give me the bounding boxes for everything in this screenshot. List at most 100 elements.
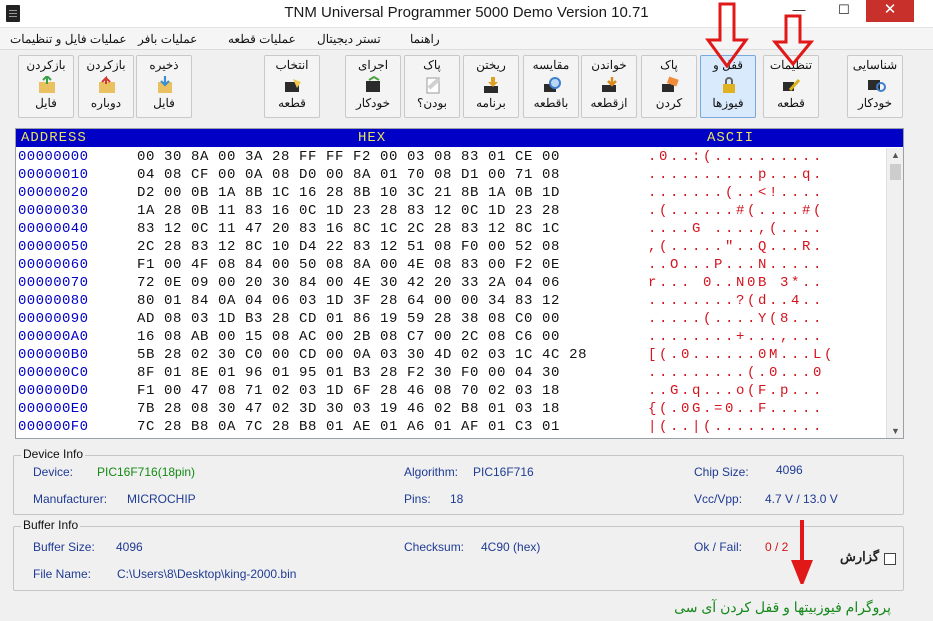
row-hex-bytes[interactable]: 7B 28 08 30 47 02 3D 30 03 19 46 02 B8 0… bbox=[137, 401, 560, 417]
hex-row[interactable]: 00000070 72 0E 09 00 20 30 84 00 4E 30 42… bbox=[16, 274, 886, 292]
hex-row[interactable]: 00000000 00 30 8A 00 3A 28 FF FF F2 00 03… bbox=[16, 148, 886, 166]
auto-run-button[interactable]: اجرای خودکار bbox=[345, 55, 401, 118]
auto-detect-button[interactable]: شناسایی خودکار bbox=[847, 55, 903, 118]
blank-check-icon bbox=[426, 77, 441, 94]
row-address: 000000C0 bbox=[18, 365, 89, 381]
row-ascii[interactable]: r... 0..N0B 3*.. bbox=[648, 275, 824, 291]
menu-digital-tester[interactable]: تستر دیجیتال bbox=[317, 32, 381, 46]
pins-value: 18 bbox=[450, 492, 464, 506]
scrollbar-thumb[interactable] bbox=[890, 164, 901, 180]
blank-check-button[interactable]: پاک بودن؟ bbox=[404, 55, 460, 118]
hex-row[interactable]: 00000020 D2 00 0B 1A 8B 1C 16 28 8B 10 3C… bbox=[16, 184, 886, 202]
hex-row[interactable]: 00000050 2C 28 83 12 8C 10 D4 22 83 12 51… bbox=[16, 238, 886, 256]
menu-chip-operations[interactable]: عملیات قطعه bbox=[228, 32, 296, 46]
row-hex-bytes[interactable]: 7C 28 B8 0A 7C 28 B8 01 AE 01 A6 01 AF 0… bbox=[137, 419, 560, 435]
row-hex-bytes[interactable]: 5B 28 02 30 C0 00 CD 00 0A 03 30 4D 02 0… bbox=[137, 347, 587, 363]
scroll-down-arrow-icon[interactable]: ▼ bbox=[891, 426, 900, 436]
row-hex-bytes[interactable]: 16 08 AB 00 15 08 AC 00 2B 08 C7 00 2C 0… bbox=[137, 329, 560, 345]
row-hex-bytes[interactable]: 04 08 CF 00 0A 08 D0 00 8A 01 70 08 D1 0… bbox=[137, 167, 560, 183]
row-hex-bytes[interactable]: 1A 28 0B 11 83 16 0C 1D 23 28 83 12 0C 1… bbox=[137, 203, 560, 219]
compare-button[interactable]: مقایسه باقطعه bbox=[523, 55, 579, 118]
erase-button[interactable]: پاک کردن bbox=[641, 55, 697, 118]
row-hex-bytes[interactable]: F1 00 47 08 71 02 03 1D 6F 28 46 08 70 0… bbox=[137, 383, 560, 399]
lock-icon bbox=[723, 77, 735, 93]
vertical-scrollbar[interactable]: ▲ ▼ bbox=[886, 148, 903, 438]
row-hex-bytes[interactable]: 8F 01 8E 01 96 01 95 01 B3 28 F2 30 F0 0… bbox=[137, 365, 560, 381]
select-chip-icon bbox=[285, 79, 301, 92]
row-ascii[interactable]: .....(....Y(8... bbox=[648, 311, 824, 327]
device-value: PIC16F716(18pin) bbox=[97, 465, 196, 479]
read-chip-button[interactable]: خواندن ازقطعه bbox=[581, 55, 637, 118]
hex-column-header: HEX bbox=[358, 130, 387, 146]
device-info-title: Device Info bbox=[21, 447, 86, 461]
device-info-group: Device Info bbox=[13, 447, 904, 515]
row-ascii[interactable]: .0..:(.......... bbox=[648, 149, 824, 165]
row-ascii[interactable]: .........(.0...0 bbox=[648, 365, 824, 381]
hex-rows[interactable]: 00000000 00 30 8A 00 3A 28 FF FF F2 00 03… bbox=[16, 148, 886, 436]
hex-row[interactable]: 00000060 F1 00 4F 08 84 00 50 08 8A 00 4E… bbox=[16, 256, 886, 274]
report-label[interactable]: گزارش bbox=[840, 549, 879, 565]
file-name-label: File Name: bbox=[33, 567, 92, 581]
menu-file-settings[interactable]: عملیات فایل و تنظیمات bbox=[10, 32, 127, 46]
hex-row[interactable]: 000000E0 7B 28 08 30 47 02 3D 30 03 19 46… bbox=[16, 400, 886, 418]
report-checkbox[interactable] bbox=[884, 553, 896, 565]
open-file-button[interactable]: بازکردن فایل bbox=[18, 55, 74, 118]
hex-row[interactable]: 00000010 04 08 CF 00 0A 08 D0 00 8A 01 70… bbox=[16, 166, 886, 184]
hex-row[interactable]: 000000B0 5B 28 02 30 C0 00 CD 00 0A 03 30… bbox=[16, 346, 886, 364]
hex-row[interactable]: 00000090 AD 08 03 1D B3 28 CD 01 86 19 59… bbox=[16, 310, 886, 328]
chip-size-value: 4096 bbox=[776, 463, 803, 477]
scroll-up-arrow-icon[interactable]: ▲ bbox=[891, 150, 900, 160]
row-ascii[interactable]: [(.0......0M...L( bbox=[648, 347, 835, 363]
close-button[interactable]: ✕ bbox=[866, 0, 914, 22]
hex-row[interactable]: 00000080 80 01 84 0A 04 06 03 1D 3F 28 64… bbox=[16, 292, 886, 310]
row-ascii[interactable]: ....G ....,(.... bbox=[648, 221, 824, 237]
row-ascii[interactable]: ..O...P...N..... bbox=[648, 257, 824, 273]
program-button[interactable]: ریختن برنامه bbox=[463, 55, 519, 118]
address-column-header: ADDRESS bbox=[21, 130, 87, 146]
row-ascii[interactable]: ........+...,... bbox=[648, 329, 824, 345]
hex-viewer[interactable]: ADDRESS HEX ASCII 00000000 00 30 8A 00 3A… bbox=[15, 128, 904, 439]
maximize-button[interactable]: ☐ bbox=[822, 0, 866, 22]
row-hex-bytes[interactable]: 83 12 0C 11 47 20 83 16 8C 1C 2C 28 83 1… bbox=[137, 221, 560, 237]
row-address: 00000020 bbox=[18, 185, 89, 201]
row-ascii[interactable]: .(......#(....#( bbox=[648, 203, 824, 219]
row-ascii[interactable]: ,(....."..Q...R. bbox=[648, 239, 824, 255]
algorithm-value: PIC16F716 bbox=[473, 465, 534, 479]
pins-label: Pins: bbox=[404, 492, 431, 506]
compare-icon bbox=[544, 77, 561, 92]
row-ascii[interactable]: {(.0G.=0..F..... bbox=[648, 401, 824, 417]
hex-row[interactable]: 000000D0 F1 00 47 08 71 02 03 1D 6F 28 46… bbox=[16, 382, 886, 400]
wrench-icon bbox=[783, 78, 801, 92]
row-ascii[interactable]: ........?(d..4.. bbox=[648, 293, 824, 309]
select-chip-button[interactable]: انتخاب قطعه bbox=[264, 55, 320, 118]
hex-row[interactable]: 000000C0 8F 01 8E 01 96 01 95 01 B3 28 F2… bbox=[16, 364, 886, 382]
write-chip-icon bbox=[484, 77, 498, 93]
ok-fail-label: Ok / Fail: bbox=[694, 540, 743, 554]
row-address: 00000030 bbox=[18, 203, 89, 219]
menu-help[interactable]: راهنما bbox=[410, 32, 440, 46]
reopen-icon bbox=[99, 76, 115, 93]
row-hex-bytes[interactable]: D2 00 0B 1A 8B 1C 16 28 8B 10 3C 21 8B 1… bbox=[137, 185, 560, 201]
row-hex-bytes[interactable]: 72 0E 09 00 20 30 84 00 4E 30 42 20 33 2… bbox=[137, 275, 560, 291]
row-hex-bytes[interactable]: 2C 28 83 12 8C 10 D4 22 83 12 51 08 F0 0… bbox=[137, 239, 560, 255]
row-ascii[interactable]: .......(..<!.... bbox=[648, 185, 824, 201]
row-hex-bytes[interactable]: 80 01 84 0A 04 06 03 1D 3F 28 64 00 00 3… bbox=[137, 293, 560, 309]
hex-row[interactable]: 00000030 1A 28 0B 11 83 16 0C 1D 23 28 83… bbox=[16, 202, 886, 220]
row-hex-bytes[interactable]: AD 08 03 1D B3 28 CD 01 86 19 59 28 38 0… bbox=[137, 311, 560, 327]
row-ascii[interactable]: ..G.q...o(F.p... bbox=[648, 383, 824, 399]
row-ascii[interactable]: |(..|(.......... bbox=[648, 419, 824, 435]
manufacturer-value: MICROCHIP bbox=[127, 492, 196, 506]
row-address: 00000050 bbox=[18, 239, 89, 255]
row-hex-bytes[interactable]: F1 00 4F 08 84 00 50 08 8A 00 4E 08 83 0… bbox=[137, 257, 560, 273]
row-address: 00000000 bbox=[18, 149, 89, 165]
programmer-window: TNM Universal Programmer 5000 Demo Versi… bbox=[0, 0, 933, 621]
vcc-vpp-label: Vcc/Vpp: bbox=[694, 492, 743, 506]
hex-row[interactable]: 00000040 83 12 0C 11 47 20 83 16 8C 1C 2C… bbox=[16, 220, 886, 238]
menu-buffer-operations[interactable]: عملیات بافر bbox=[138, 32, 197, 46]
row-hex-bytes[interactable]: 00 30 8A 00 3A 28 FF FF F2 00 03 08 83 0… bbox=[137, 149, 560, 165]
hex-row[interactable]: 000000A0 16 08 AB 00 15 08 AC 00 2B 08 C7… bbox=[16, 328, 886, 346]
reopen-file-button[interactable]: بازکردن دوباره bbox=[78, 55, 134, 118]
save-file-button[interactable]: ذخیره فایل bbox=[136, 55, 192, 118]
row-ascii[interactable]: ..........p...q. bbox=[648, 167, 824, 183]
hex-row[interactable]: 000000F0 7C 28 B8 0A 7C 28 B8 01 AE 01 A6… bbox=[16, 418, 886, 436]
